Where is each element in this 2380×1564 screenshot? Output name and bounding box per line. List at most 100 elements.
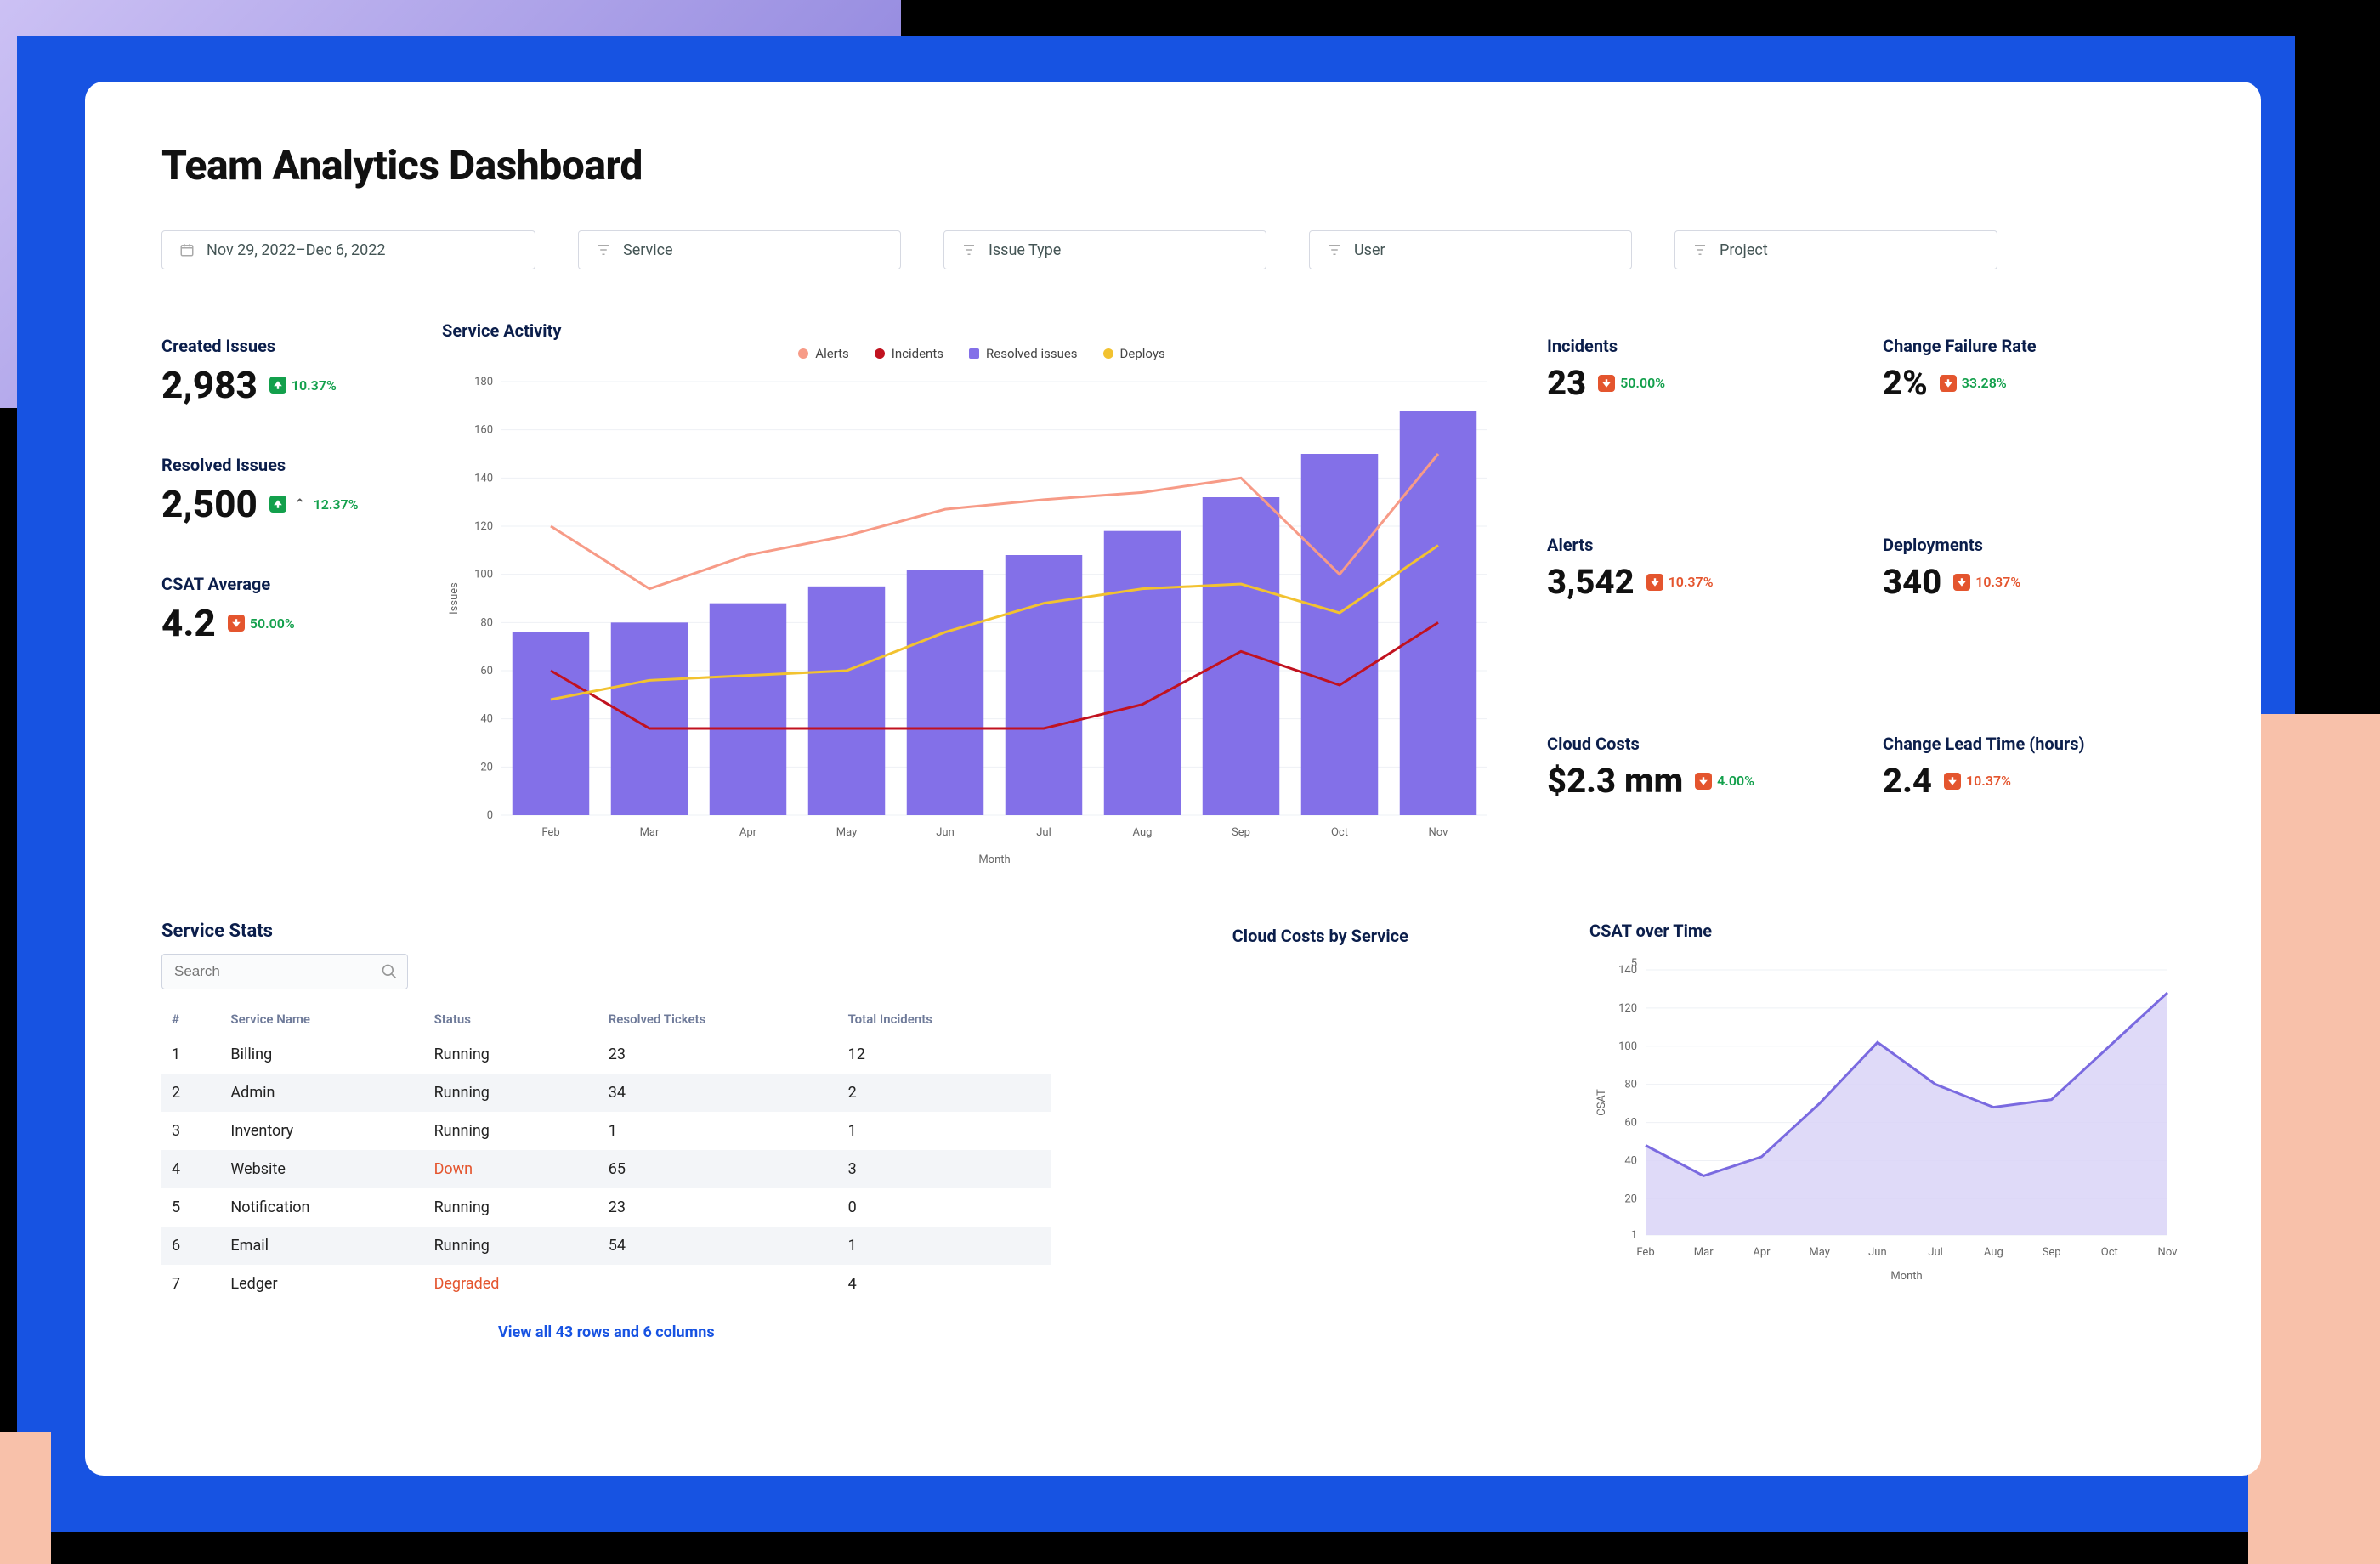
kpi-label: Deployments <box>1883 535 2184 555</box>
svg-text:120: 120 <box>474 520 493 533</box>
dashboard-panel: Team Analytics Dashboard Nov 29, 2022–De… <box>85 82 2261 1476</box>
col-index[interactable]: # <box>162 1003 220 1035</box>
table-cell: 12 <box>838 1035 1051 1074</box>
arrow-down-icon <box>1646 574 1663 591</box>
col-status[interactable]: Status <box>424 1003 598 1035</box>
svg-text:May: May <box>1809 1246 1829 1259</box>
svg-text:60: 60 <box>1624 1117 1637 1130</box>
table-row[interactable]: 7LedgerDegraded4 <box>162 1265 1051 1303</box>
kpi-label: Alerts <box>1547 535 1849 555</box>
kpi-label: Cloud Costs <box>1547 734 1849 754</box>
legend-label: Resolved issues <box>986 346 1078 361</box>
kpi-incidents: Incidents 23 50.00% <box>1547 336 1849 480</box>
svg-text:Aug: Aug <box>1984 1246 2003 1259</box>
table-cell: 54 <box>598 1227 838 1265</box>
legend-label: Deploys <box>1120 346 1165 361</box>
filter-date-range[interactable]: Nov 29, 2022–Dec 6, 2022 <box>162 230 536 269</box>
csat-chart-block: CSAT over Time 5120406080100120140FebMar… <box>1590 921 2184 1341</box>
table-cell: Down <box>424 1150 598 1188</box>
table-cell: Billing <box>220 1035 423 1074</box>
table-cell: 1 <box>162 1035 220 1074</box>
filter-issue-type-text: Issue Type <box>989 241 1061 259</box>
svg-text:Oct: Oct <box>2101 1246 2118 1259</box>
table-row[interactable]: 1BillingRunning2312 <box>162 1035 1051 1074</box>
table-row[interactable]: 6EmailRunning541 <box>162 1227 1051 1265</box>
table-cell: 5 <box>162 1188 220 1227</box>
arrow-down-icon <box>1953 574 1970 591</box>
arrow-down-icon <box>228 615 245 632</box>
svg-text:CSAT: CSAT <box>1595 1089 1608 1116</box>
svg-text:Apr: Apr <box>740 826 757 839</box>
kpi-delta-text: 12.37% <box>314 496 359 513</box>
table-cell: Email <box>220 1227 423 1265</box>
filter-service[interactable]: Service <box>578 230 901 269</box>
table-cell: Running <box>424 1074 598 1112</box>
stats-table: # Service Name Status Resolved Tickets T… <box>162 1003 1051 1303</box>
arrow-up-icon <box>269 377 286 394</box>
kpi-deployments: Deployments 340 10.37% <box>1883 535 2184 679</box>
svg-text:80: 80 <box>1624 1079 1637 1091</box>
view-all-row: View all 43 rows and 6 columns <box>162 1323 1051 1341</box>
legend-dot-icon <box>798 348 808 359</box>
filter-bar: Nov 29, 2022–Dec 6, 2022 Service Issue T… <box>162 230 2184 269</box>
svg-text:100: 100 <box>1618 1040 1637 1053</box>
service-activity-svg: 020406080100120140160180FebMarAprMayJunJ… <box>442 365 1522 878</box>
stats-search-input[interactable] <box>162 954 408 989</box>
legend-deploys: Deploys <box>1103 346 1165 361</box>
table-cell: 4 <box>162 1150 220 1188</box>
table-cell: 1 <box>838 1227 1051 1265</box>
kpi-label: Resolved Issues <box>162 455 416 475</box>
kpi-created-issues: Created Issues 2,983 10.37% <box>162 336 416 407</box>
filter-user[interactable]: User <box>1309 230 1632 269</box>
legend-dot-icon <box>1103 348 1114 359</box>
svg-text:Jul: Jul <box>1036 826 1051 839</box>
table-cell: 0 <box>838 1188 1051 1227</box>
kpi-delta: 50.00% <box>228 615 295 632</box>
col-total[interactable]: Total Incidents <box>838 1003 1051 1035</box>
table-cell: Running <box>424 1227 598 1265</box>
filter-issue-type[interactable]: Issue Type <box>944 230 1266 269</box>
svg-text:Feb: Feb <box>1636 1246 1654 1259</box>
chart-title: Service Activity <box>442 320 1522 341</box>
svg-text:Month: Month <box>1890 1270 1922 1283</box>
kpi-change-failure-rate: Change Failure Rate 2% 33.28% <box>1883 336 2184 480</box>
table-cell: 23 <box>598 1035 838 1074</box>
kpi-value: 340 <box>1883 562 1941 602</box>
service-stats-block: Service Stats # Service Name Status Reso… <box>162 921 1051 1341</box>
table-row[interactable]: 4WebsiteDown653 <box>162 1150 1051 1188</box>
col-resolved[interactable]: Resolved Tickets <box>598 1003 838 1035</box>
arrow-down-icon <box>1944 773 1961 790</box>
svg-text:Month: Month <box>978 853 1010 866</box>
svg-text:Issues: Issues <box>448 582 461 615</box>
filter-project[interactable]: Project <box>1674 230 1998 269</box>
arrow-down-icon <box>1695 773 1712 790</box>
filter-icon <box>961 242 977 258</box>
col-name[interactable]: Service Name <box>220 1003 423 1035</box>
kpi-delta: 4.00% <box>1695 773 1754 790</box>
svg-text:40: 40 <box>1624 1154 1637 1167</box>
table-cell: 1 <box>598 1112 838 1150</box>
view-all-link[interactable]: View all 43 rows and 6 columns <box>498 1323 715 1341</box>
kpi-delta-text: 50.00% <box>250 615 295 632</box>
kpi-value: 3,542 <box>1547 562 1635 602</box>
table-cell: 3 <box>162 1112 220 1150</box>
kpi-label: CSAT Average <box>162 574 416 594</box>
svg-text:Nov: Nov <box>2158 1246 2179 1259</box>
table-header-row: # Service Name Status Resolved Tickets T… <box>162 1003 1051 1035</box>
table-row[interactable]: 3InventoryRunning11 <box>162 1112 1051 1150</box>
table-cell: 1 <box>838 1112 1051 1150</box>
kpi-delta: 10.37% <box>1944 773 2011 790</box>
chevron-up-icon: ⌃ <box>295 497 305 511</box>
table-row[interactable]: 5NotificationRunning230 <box>162 1188 1051 1227</box>
filter-date-text: Nov 29, 2022–Dec 6, 2022 <box>207 241 386 259</box>
stats-title: Service Stats <box>162 921 1051 942</box>
kpi-resolved-issues: Resolved Issues 2,500 ⌃ 12.37% <box>162 455 416 526</box>
kpi-delta: 10.37% <box>1953 574 2020 591</box>
arrow-down-icon <box>1940 375 1957 392</box>
service-activity-chart: Service Activity Alerts Incidents Resolv… <box>442 320 1522 878</box>
kpi-cloud-costs: Cloud Costs $2.3 mm 4.00% <box>1547 734 1849 878</box>
table-row[interactable]: 2AdminRunning342 <box>162 1074 1051 1112</box>
svg-text:60: 60 <box>480 665 493 677</box>
svg-text:160: 160 <box>474 424 493 437</box>
kpi-alerts: Alerts 3,542 10.37% <box>1547 535 1849 679</box>
